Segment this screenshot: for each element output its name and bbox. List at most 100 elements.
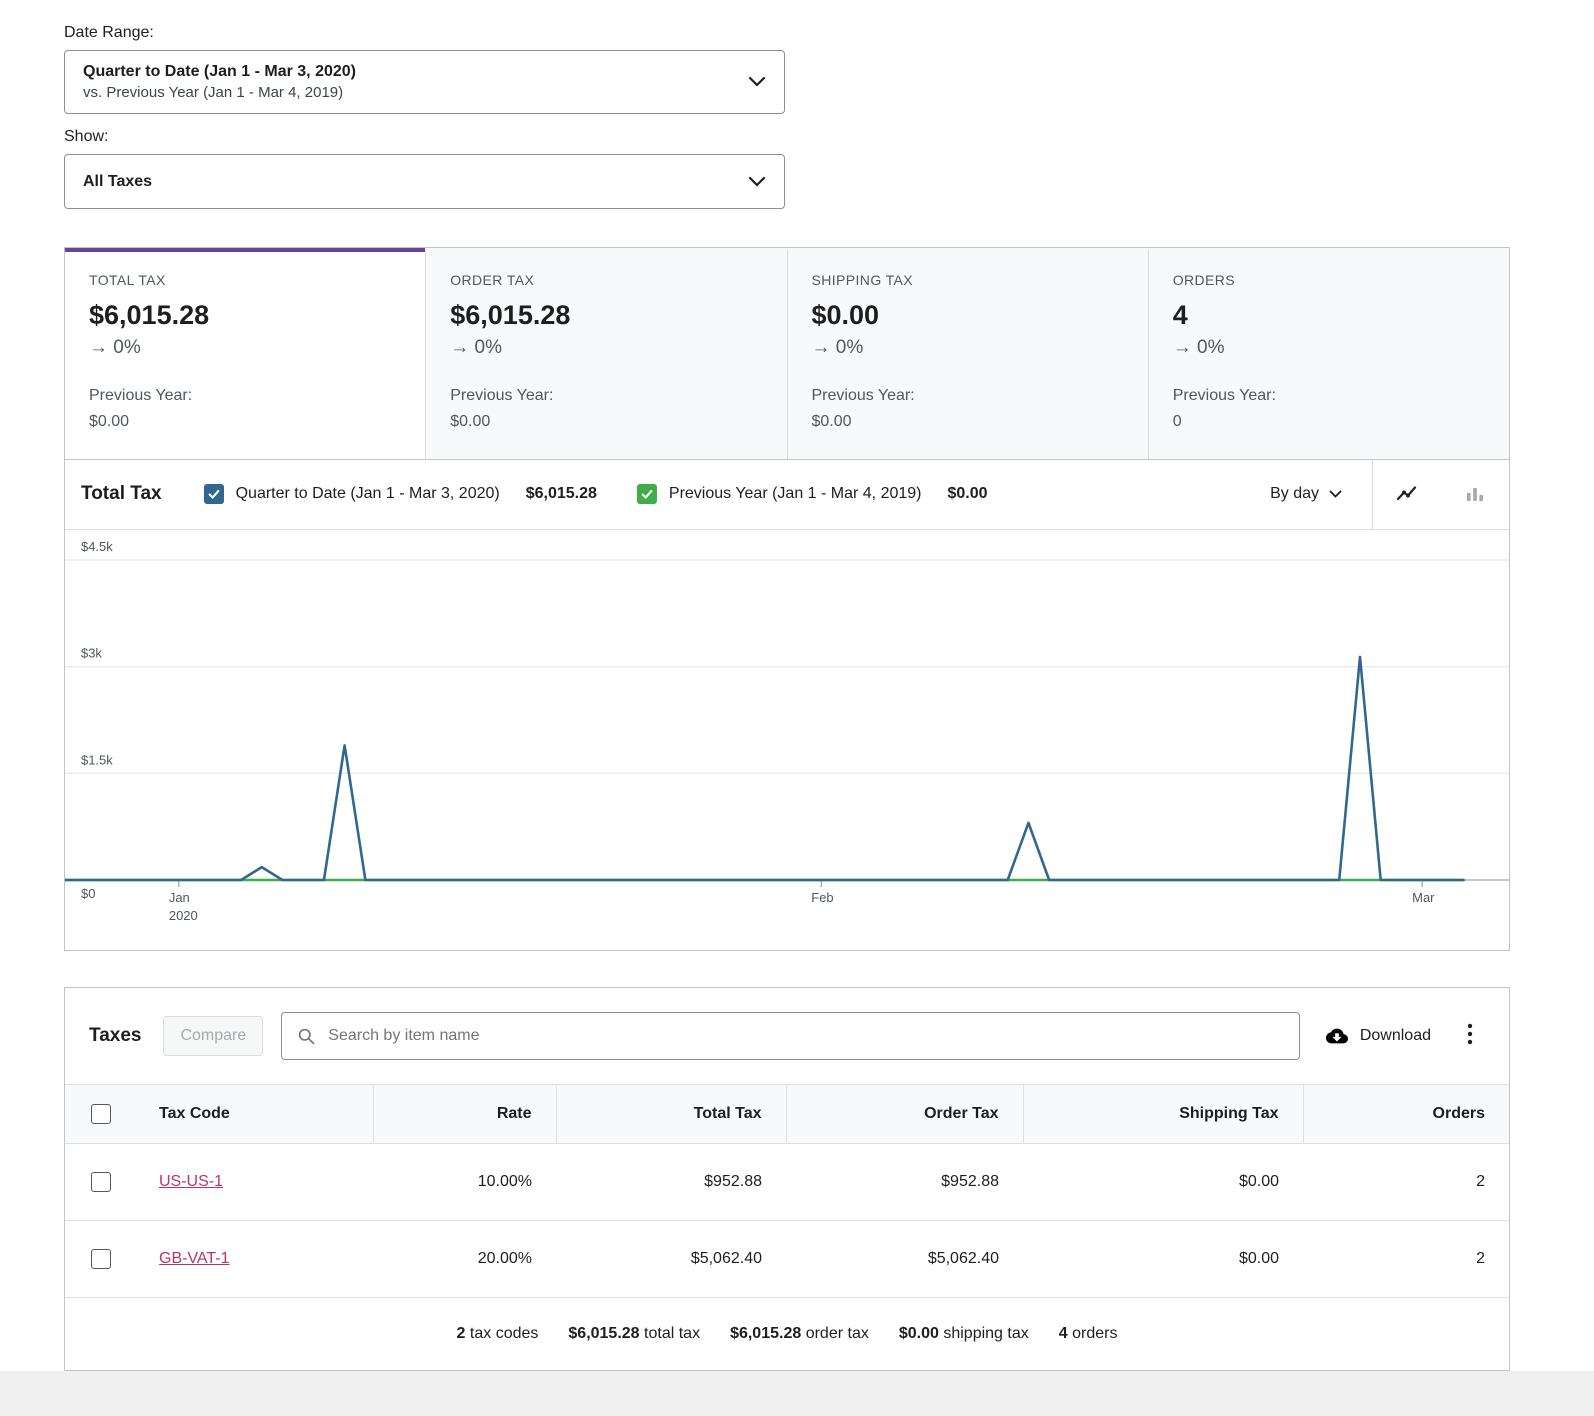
summary-cards: TOTAL TAX $6,015.28 → 0% Previous Year: … — [64, 247, 1510, 459]
summary-total-tax: $6,015.28 total tax — [568, 1324, 701, 1342]
chevron-down-icon — [748, 177, 766, 187]
more-options-button[interactable] — [1455, 1016, 1485, 1055]
card-delta: → 0% — [450, 337, 502, 359]
legend-total: $0.00 — [947, 485, 988, 503]
card-label: ORDERS — [1172, 272, 1236, 289]
orders-cell: 2 — [1303, 1220, 1509, 1298]
taxes-table-header: Taxes Compare Download — [65, 988, 1509, 1084]
chart-header: Total Tax Quarter to Date (Jan 1 - Mar 3… — [65, 459, 1509, 530]
card-delta: → 0% — [1172, 337, 1225, 359]
legend-label: Quarter to Date (Jan 1 - Mar 3, 2020) — [235, 485, 500, 503]
ellipsis-vertical-icon — [1467, 1023, 1473, 1045]
row-checkbox[interactable] — [91, 1171, 111, 1192]
column-header-shipping-tax[interactable]: Shipping Tax — [1023, 1083, 1304, 1144]
column-header-rate[interactable]: Rate — [373, 1083, 557, 1144]
shipping-tax-cell: $0.00 — [1023, 1143, 1303, 1221]
interval-value: By day — [1270, 485, 1319, 503]
total-tax-cell: $952.88 — [556, 1143, 786, 1221]
search-icon — [299, 1028, 315, 1044]
card-value: $6,015.28 — [89, 300, 210, 331]
cloud-download-icon — [1325, 1028, 1348, 1043]
card-prev-label: Previous Year: — [450, 387, 554, 405]
tax-code-link[interactable]: GB-VAT-1 — [159, 1250, 230, 1267]
card-prev-value: 0 — [1172, 413, 1182, 431]
checked-checkbox-icon — [636, 484, 657, 505]
rate-cell: 10.00% — [373, 1143, 556, 1221]
total-tax-cell: $5,062.40 — [556, 1220, 786, 1298]
chart-title: Total Tax — [81, 483, 162, 505]
tax-code-link[interactable]: US-US-1 — [159, 1173, 223, 1190]
card-delta: → 0% — [811, 337, 864, 359]
date-range-dropdown-text: Quarter to Date (Jan 1 - Mar 3, 2020) vs… — [83, 61, 356, 103]
chevron-down-icon — [748, 77, 766, 87]
date-range-value: Quarter to Date (Jan 1 - Mar 3, 2020) — [83, 63, 356, 80]
date-range-compare-value: vs. Previous Year (Jan 1 - Mar 4, 2019) — [83, 83, 344, 101]
card-prev-value: $0.00 — [450, 413, 491, 431]
line-chart-toggle-button[interactable] — [1373, 460, 1441, 529]
bar-chart-toggle-button[interactable] — [1441, 460, 1509, 529]
legend-item-previous-year[interactable]: Previous Year (Jan 1 - Mar 4, 2019) $0.0… — [636, 484, 988, 505]
table-summary: 2 tax codes $6,015.28 total tax $6,015.2… — [65, 1298, 1509, 1370]
card-value: 4 — [1172, 300, 1188, 331]
summary-tax-codes: 2 tax codes — [456, 1324, 539, 1342]
line-chart-icon — [1396, 486, 1417, 501]
table-header-row: Tax Code Rate Total Tax Order Tax Shippi… — [65, 1083, 1509, 1144]
download-button[interactable]: Download — [1318, 1021, 1437, 1051]
svg-text:$4.5k: $4.5k — [81, 539, 113, 554]
svg-text:$1.5k: $1.5k — [81, 752, 113, 767]
summary-card-total-tax[interactable]: TOTAL TAX $6,015.28 → 0% Previous Year: … — [65, 248, 426, 459]
order-tax-cell: $952.88 — [786, 1143, 1023, 1221]
card-prev-value: $0.00 — [811, 413, 852, 431]
summary-orders: 4 orders — [1058, 1324, 1118, 1342]
legend-label: Previous Year (Jan 1 - Mar 4, 2019) — [668, 485, 922, 503]
card-prev-label: Previous Year: — [811, 387, 915, 405]
svg-text:$0: $0 — [81, 886, 95, 901]
svg-text:Mar: Mar — [1412, 890, 1435, 905]
summary-card-shipping-tax[interactable]: SHIPPING TAX $0.00 → 0% Previous Year: $… — [786, 248, 1148, 459]
taxes-table-panel: Taxes Compare Download Tax C — [64, 986, 1510, 1371]
legend-item-current-period[interactable]: Quarter to Date (Jan 1 - Mar 3, 2020) $6… — [203, 484, 597, 505]
search-box — [281, 1011, 1300, 1060]
column-header-order-tax[interactable]: Order Tax — [786, 1083, 1024, 1144]
table-title: Taxes — [89, 1024, 142, 1046]
show-filter-label: Show: — [64, 127, 109, 145]
select-all-checkbox[interactable] — [91, 1103, 111, 1124]
rate-cell: 20.00% — [373, 1220, 556, 1298]
summary-card-orders[interactable]: ORDERS 4 → 0% Previous Year: 0 — [1147, 248, 1509, 459]
card-value: $0.00 — [811, 300, 880, 331]
column-header-tax-code[interactable]: Tax Code — [135, 1083, 374, 1144]
svg-text:$3k: $3k — [81, 645, 102, 660]
interval-dropdown[interactable]: By day — [1264, 484, 1372, 504]
show-filter-dropdown[interactable]: All Taxes — [64, 153, 785, 210]
download-label: Download — [1359, 1026, 1431, 1044]
tax-chart-svg[interactable]: $4.5k $3k $1.5k $0 Jan 2020 Feb Mar — [65, 530, 1509, 950]
row-checkbox[interactable] — [91, 1248, 111, 1269]
show-filter-value: All Taxes — [83, 172, 153, 190]
svg-text:Jan: Jan — [169, 890, 190, 905]
shipping-tax-cell: $0.00 — [1023, 1220, 1303, 1298]
summary-card-order-tax[interactable]: ORDER TAX $6,015.28 → 0% Previous Year: … — [425, 248, 787, 459]
card-prev-label: Previous Year: — [89, 387, 193, 405]
compare-button[interactable]: Compare — [163, 1015, 264, 1056]
taxes-table: Tax Code Rate Total Tax Order Tax Shippi… — [65, 1083, 1509, 1298]
chevron-down-icon — [1329, 490, 1342, 498]
svg-text:Feb: Feb — [811, 890, 833, 905]
orders-cell: 2 — [1303, 1143, 1509, 1221]
table-row: GB-VAT-1 20.00% $5,062.40 $5,062.40 $0.0… — [65, 1220, 1509, 1298]
card-label: TOTAL TAX — [89, 272, 166, 289]
card-prev-value: $0.00 — [89, 413, 130, 431]
search-input[interactable] — [326, 1025, 1285, 1046]
checked-checkbox-icon — [203, 484, 224, 505]
column-header-total-tax[interactable]: Total Tax — [556, 1083, 787, 1144]
date-range-label: Date Range: — [64, 24, 154, 41]
total-tax-chart-panel: Total Tax Quarter to Date (Jan 1 - Mar 3… — [64, 458, 1510, 951]
order-tax-cell: $5,062.40 — [786, 1220, 1023, 1298]
column-header-orders[interactable]: Orders — [1303, 1083, 1509, 1144]
card-prev-label: Previous Year: — [1172, 387, 1276, 405]
card-delta: → 0% — [89, 337, 141, 359]
legend-total: $6,015.28 — [525, 485, 597, 503]
taxes-report-page: Date Range: Quarter to Date (Jan 1 - Mar… — [0, 0, 1594, 1371]
bar-chart-icon — [1467, 488, 1483, 502]
date-range-dropdown[interactable]: Quarter to Date (Jan 1 - Mar 3, 2020) vs… — [64, 50, 785, 114]
card-value: $6,015.28 — [450, 300, 571, 331]
